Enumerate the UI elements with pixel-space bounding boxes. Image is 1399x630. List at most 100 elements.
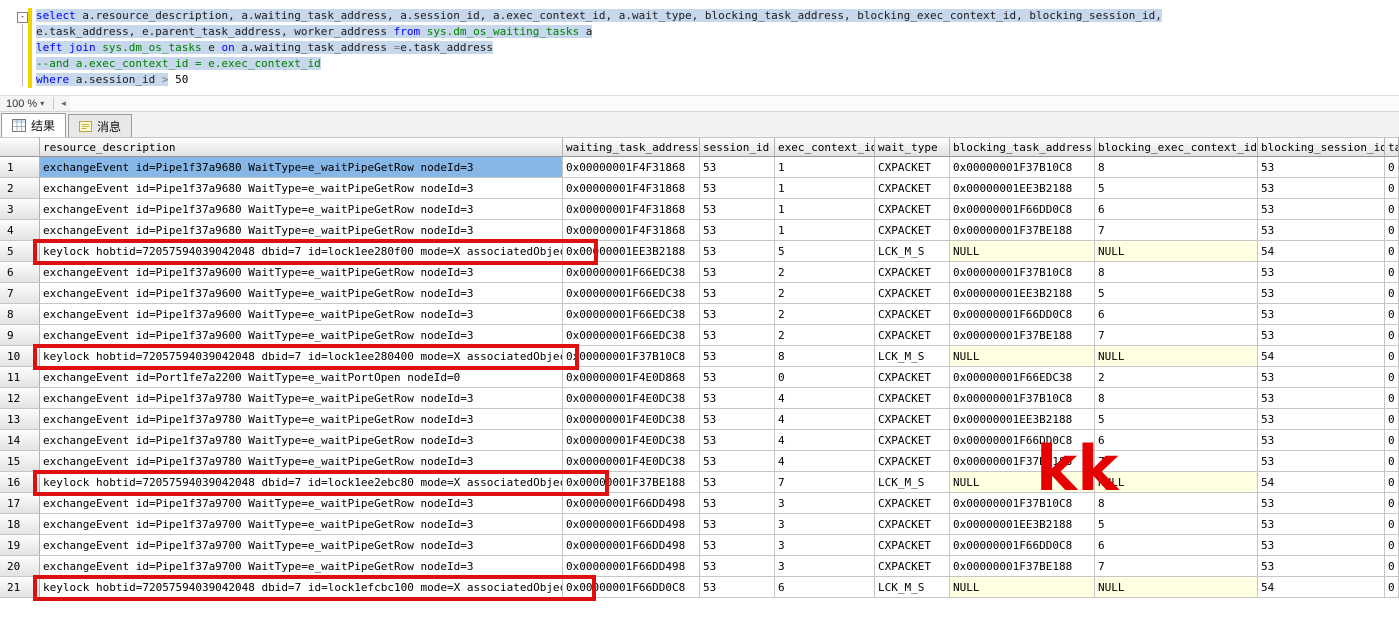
- select-all-corner[interactable]: [0, 137, 40, 157]
- column-header[interactable]: blocking_task_address: [950, 137, 1095, 157]
- column-header[interactable]: exec_context_id: [775, 137, 875, 157]
- grid-cell[interactable]: CXPACKET: [875, 304, 950, 325]
- grid-cell[interactable]: 0x00000001F66DD0C8: [950, 430, 1095, 451]
- row-number[interactable]: 13: [0, 409, 40, 430]
- grid-cell[interactable]: 4: [775, 388, 875, 409]
- grid-cell[interactable]: NULL: [1095, 241, 1258, 262]
- grid-cell[interactable]: 53: [1258, 367, 1385, 388]
- grid-cell[interactable]: 0x00000001F37B10C8: [950, 388, 1095, 409]
- grid-cell[interactable]: 54: [1258, 577, 1385, 598]
- grid-cell[interactable]: 53: [1258, 262, 1385, 283]
- grid-cell[interactable]: exchangeEvent id=Pipe1f37a9780 WaitType=…: [40, 388, 563, 409]
- grid-cell[interactable]: keylock hobtid=72057594039042048 dbid=7 …: [40, 241, 563, 262]
- grid-cell[interactable]: 0: [1385, 283, 1399, 304]
- grid-cell[interactable]: 0x00000001F66DD498: [563, 493, 700, 514]
- grid-cell[interactable]: 0x00000001F66EDC38: [563, 283, 700, 304]
- grid-cell[interactable]: 0x00000001F37BE188: [950, 556, 1095, 577]
- row-number[interactable]: 7: [0, 283, 40, 304]
- grid-cell[interactable]: 53: [700, 409, 775, 430]
- scroll-left-button[interactable]: ◂: [57, 98, 70, 109]
- grid-cell[interactable]: 54: [1258, 346, 1385, 367]
- grid-cell[interactable]: exchangeEvent id=Pipe1f37a9700 WaitType=…: [40, 556, 563, 577]
- grid-cell[interactable]: 0x00000001F37BE188: [950, 451, 1095, 472]
- grid-cell[interactable]: 0x00000001F66EDC38: [950, 367, 1095, 388]
- grid-cell[interactable]: 53: [1258, 220, 1385, 241]
- grid-cell[interactable]: 0x00000001F4F31868: [563, 178, 700, 199]
- grid-cell[interactable]: 53: [1258, 514, 1385, 535]
- grid-cell[interactable]: 53: [1258, 493, 1385, 514]
- grid-cell[interactable]: 0: [1385, 346, 1399, 367]
- grid-cell[interactable]: 0: [1385, 472, 1399, 493]
- grid-cell[interactable]: 0: [1385, 430, 1399, 451]
- grid-cell[interactable]: CXPACKET: [875, 220, 950, 241]
- grid-cell[interactable]: 2: [775, 262, 875, 283]
- grid-cell[interactable]: 0x00000001EE3B2188: [950, 283, 1095, 304]
- row-number[interactable]: 14: [0, 430, 40, 451]
- column-header[interactable]: wait_type: [875, 137, 950, 157]
- grid-cell[interactable]: 0x00000001F37B10C8: [563, 346, 700, 367]
- grid-cell[interactable]: CXPACKET: [875, 430, 950, 451]
- grid-cell[interactable]: 3: [775, 493, 875, 514]
- grid-cell[interactable]: CXPACKET: [875, 556, 950, 577]
- row-number[interactable]: 8: [0, 304, 40, 325]
- grid-cell[interactable]: 0x00000001F37B10C8: [950, 157, 1095, 178]
- grid-cell[interactable]: 53: [700, 199, 775, 220]
- grid-cell[interactable]: 53: [700, 220, 775, 241]
- row-number[interactable]: 17: [0, 493, 40, 514]
- grid-cell[interactable]: LCK_M_S: [875, 577, 950, 598]
- row-number[interactable]: 21: [0, 577, 40, 598]
- grid-cell[interactable]: exchangeEvent id=Pipe1f37a9680 WaitType=…: [40, 199, 563, 220]
- grid-cell[interactable]: 0x00000001F4E0DC38: [563, 388, 700, 409]
- tab-messages[interactable]: 消息: [68, 114, 132, 137]
- grid-cell[interactable]: 0x00000001F37BE188: [950, 220, 1095, 241]
- grid-cell[interactable]: NULL: [1095, 346, 1258, 367]
- grid-cell[interactable]: 0x00000001F37B10C8: [950, 262, 1095, 283]
- grid-cell[interactable]: 0x00000001F66EDC38: [563, 304, 700, 325]
- grid-cell[interactable]: 3: [775, 514, 875, 535]
- grid-cell[interactable]: 0x00000001EE3B2188: [950, 409, 1095, 430]
- row-number[interactable]: 12: [0, 388, 40, 409]
- grid-cell[interactable]: 0: [1385, 493, 1399, 514]
- grid-cell[interactable]: 53: [700, 304, 775, 325]
- grid-cell[interactable]: CXPACKET: [875, 388, 950, 409]
- grid-cell[interactable]: 0x00000001F37BE188: [563, 472, 700, 493]
- grid-cell[interactable]: 53: [700, 283, 775, 304]
- grid-cell[interactable]: CXPACKET: [875, 451, 950, 472]
- grid-cell[interactable]: exchangeEvent id=Pipe1f37a9680 WaitType=…: [40, 220, 563, 241]
- grid-cell[interactable]: 0x00000001F37BE188: [950, 325, 1095, 346]
- grid-cell[interactable]: NULL: [950, 346, 1095, 367]
- grid-cell[interactable]: 6: [1095, 430, 1258, 451]
- grid-cell[interactable]: 0: [1385, 577, 1399, 598]
- row-number[interactable]: 16: [0, 472, 40, 493]
- row-number[interactable]: 15: [0, 451, 40, 472]
- column-header[interactable]: waiting_task_address: [563, 137, 700, 157]
- grid-cell[interactable]: 0x00000001F4E0DC38: [563, 430, 700, 451]
- grid-cell[interactable]: NULL: [1095, 577, 1258, 598]
- grid-cell[interactable]: 1: [775, 199, 875, 220]
- grid-cell[interactable]: 6: [1095, 304, 1258, 325]
- grid-cell[interactable]: 53: [1258, 535, 1385, 556]
- grid-cell[interactable]: 53: [700, 262, 775, 283]
- row-number[interactable]: 11: [0, 367, 40, 388]
- grid-cell[interactable]: 0x00000001F66DD498: [563, 535, 700, 556]
- column-header[interactable]: resource_description: [40, 137, 563, 157]
- grid-cell[interactable]: exchangeEvent id=Pipe1f37a9600 WaitType=…: [40, 304, 563, 325]
- grid-cell[interactable]: 0x00000001F4E0D868: [563, 367, 700, 388]
- grid-cell[interactable]: 0: [1385, 262, 1399, 283]
- grid-cell[interactable]: 53: [1258, 409, 1385, 430]
- grid-cell[interactable]: 0x00000001EE3B2188: [950, 514, 1095, 535]
- grid-cell[interactable]: 0x00000001F66DD498: [563, 556, 700, 577]
- grid-cell[interactable]: 53: [700, 367, 775, 388]
- grid-cell[interactable]: 53: [700, 472, 775, 493]
- grid-cell[interactable]: 5: [1095, 409, 1258, 430]
- grid-cell[interactable]: 0x00000001F66DD498: [563, 514, 700, 535]
- row-number[interactable]: 9: [0, 325, 40, 346]
- grid-cell[interactable]: 0: [1385, 325, 1399, 346]
- grid-cell[interactable]: exchangeEvent id=Port1fe7a2200 WaitType=…: [40, 367, 563, 388]
- grid-cell[interactable]: keylock hobtid=72057594039042048 dbid=7 …: [40, 346, 563, 367]
- grid-cell[interactable]: exchangeEvent id=Pipe1f37a9680 WaitType=…: [40, 157, 563, 178]
- grid-cell[interactable]: 5: [1095, 178, 1258, 199]
- grid-cell[interactable]: LCK_M_S: [875, 241, 950, 262]
- grid-cell[interactable]: 0x00000001F66DD0C8: [563, 577, 700, 598]
- grid-cell[interactable]: 8: [1095, 388, 1258, 409]
